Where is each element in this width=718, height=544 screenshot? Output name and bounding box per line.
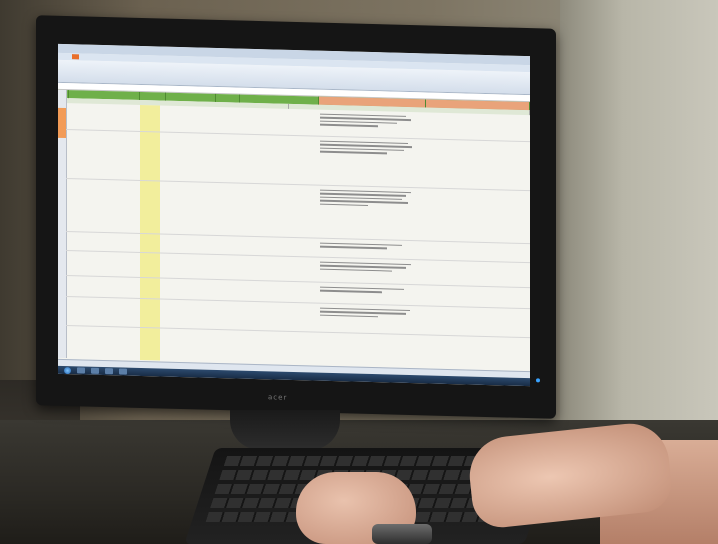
cell-text — [320, 139, 416, 157]
office-tab — [72, 54, 80, 60]
monitor-brand-logo: acer — [268, 393, 288, 402]
cell-text — [320, 306, 416, 321]
power-led-icon — [536, 378, 540, 383]
row-highlight — [58, 107, 66, 139]
taskbar-app-icon — [119, 368, 127, 375]
cell-text — [320, 260, 416, 275]
spreadsheet-grid — [58, 89, 530, 370]
cell-text — [320, 188, 416, 209]
taskbar-app-icon — [105, 368, 113, 375]
monitor-screen — [58, 43, 530, 387]
taskbar-app-icon — [91, 367, 99, 374]
data-rows — [66, 103, 530, 339]
taskbar-app-icon — [77, 367, 85, 374]
cell-text — [320, 241, 416, 252]
start-button-icon — [64, 366, 71, 374]
monitor-stand — [230, 410, 340, 450]
cell-text — [320, 285, 416, 296]
wristwatch — [372, 524, 432, 544]
cell-text — [320, 112, 416, 130]
